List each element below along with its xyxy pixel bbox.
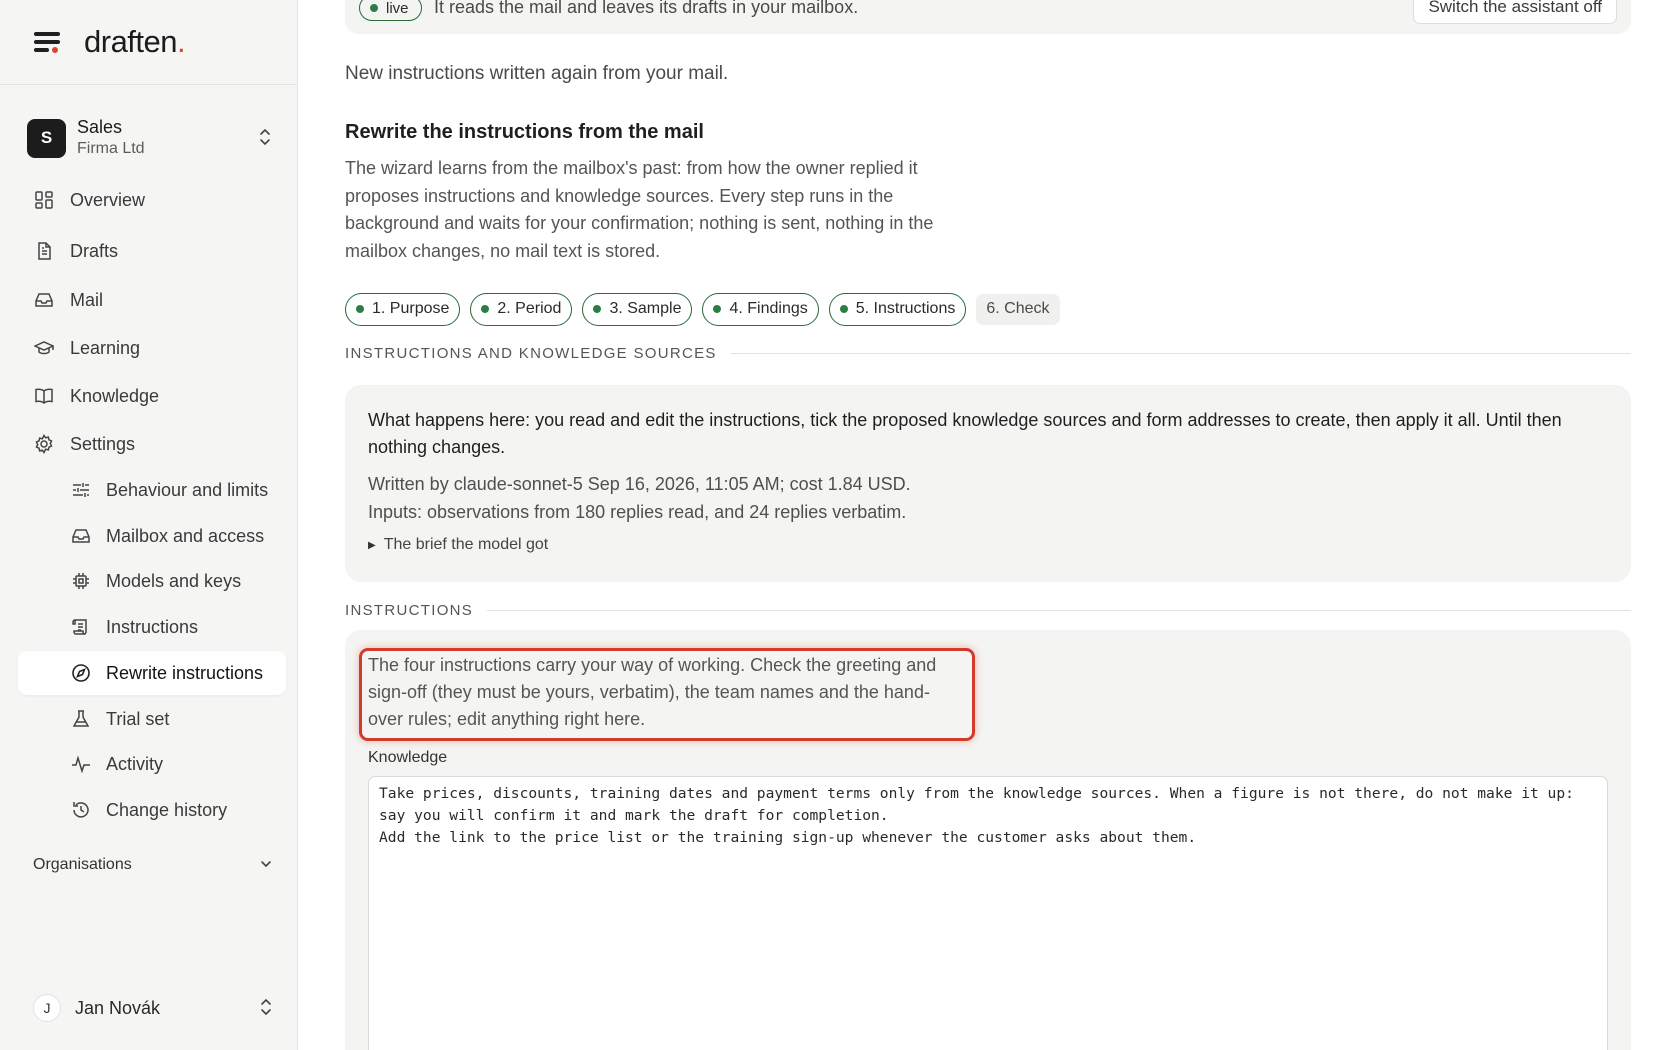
done-dot-icon bbox=[481, 305, 490, 313]
nav-label: Learning bbox=[70, 337, 141, 358]
step-sample[interactable]: 3. Sample bbox=[582, 292, 693, 326]
step-findings[interactable]: 4. Findings bbox=[702, 292, 819, 326]
done-dot-icon bbox=[356, 305, 364, 313]
instructions-note: The four instructions carry your way of … bbox=[368, 655, 937, 729]
workspace-org: Firma Ltd bbox=[77, 140, 145, 157]
step-instructions[interactable]: 5. Instructions bbox=[828, 292, 967, 326]
nav-label: Behaviour and limits bbox=[106, 479, 269, 500]
chevron-up-down-icon bbox=[261, 999, 271, 1015]
book-icon bbox=[33, 385, 55, 407]
nav-label: Mail bbox=[70, 289, 104, 310]
chevron-down-icon bbox=[261, 861, 271, 867]
chip-icon bbox=[70, 570, 92, 592]
nav-label: Knowledge bbox=[70, 385, 160, 406]
compass-icon bbox=[70, 662, 92, 684]
status-badge: live bbox=[359, 0, 422, 21]
nav-item-mail[interactable]: Mail bbox=[18, 278, 286, 322]
nav-item-instructions[interactable]: Instructions bbox=[18, 605, 286, 649]
brief-disclosure[interactable]: ▶ The brief the model got bbox=[368, 536, 548, 554]
avatar: J bbox=[33, 994, 61, 1022]
nav-label: Instructions bbox=[106, 616, 199, 637]
wizard-steps: 1. Purpose 2. Period 3. Sample 4. Findin… bbox=[345, 292, 1070, 326]
sidebar: draften. S Sales Firma Ltd Overview Draf… bbox=[0, 0, 298, 1050]
workspace-avatar: S bbox=[27, 118, 66, 158]
status-text: It reads the mail and leaves its drafts … bbox=[434, 0, 859, 17]
summary-card: What happens here: you read and edit the… bbox=[345, 385, 1631, 582]
nav-item-learning[interactable]: Learning bbox=[18, 326, 286, 370]
nav-item-behaviour-and-limits[interactable]: Behaviour and limits bbox=[18, 468, 286, 512]
switch-assistant-off-button[interactable]: Switch the assistant off bbox=[1413, 0, 1617, 24]
knowledge-label: Knowledge bbox=[368, 749, 448, 766]
nav-item-trial-set[interactable]: Trial set bbox=[18, 697, 286, 741]
nav-label: Models and keys bbox=[106, 570, 242, 591]
done-dot-icon bbox=[713, 305, 722, 313]
section-heading-instructions: INSTRUCTIONS bbox=[345, 602, 1631, 619]
nav-item-settings[interactable]: Settings bbox=[18, 422, 286, 466]
instructions-card: The four instructions carry your way of … bbox=[345, 630, 1631, 1050]
what-happens-text: What happens here: you read and edit the… bbox=[368, 410, 1562, 457]
scroll-icon bbox=[70, 616, 92, 638]
nav-item-activity[interactable]: Activity bbox=[18, 742, 286, 786]
step-check[interactable]: 6. Check bbox=[976, 293, 1060, 325]
nav-label: Drafts bbox=[70, 240, 119, 261]
flask-icon bbox=[70, 708, 92, 730]
chevron-up-down-icon bbox=[260, 129, 270, 145]
nav-label: Change history bbox=[106, 799, 228, 820]
history-icon bbox=[70, 799, 92, 821]
nav-item-models-and-keys[interactable]: Models and keys bbox=[18, 559, 286, 603]
triangle-right-icon: ▶ bbox=[368, 539, 376, 551]
inbox-icon bbox=[33, 289, 55, 311]
nav-label: Rewrite instructions bbox=[106, 662, 264, 683]
inputs-text: Inputs: observations from 180 replies re… bbox=[368, 502, 907, 522]
user-menu[interactable]: J Jan Novák bbox=[33, 993, 273, 1023]
section-heading-sources: INSTRUCTIONS AND KNOWLEDGE SOURCES bbox=[345, 345, 1631, 362]
sliders-icon bbox=[70, 479, 92, 501]
brand-bar: draften. bbox=[0, 0, 297, 85]
main-content: live It reads the mail and leaves its dr… bbox=[298, 0, 1680, 1050]
logo: draften. bbox=[84, 24, 186, 59]
inbox-icon bbox=[70, 525, 92, 547]
page-description: The wizard learns from the mailbox's pas… bbox=[345, 158, 934, 261]
nav-item-mailbox-and-access[interactable]: Mailbox and access bbox=[18, 514, 286, 558]
step-period[interactable]: 2. Period bbox=[470, 292, 573, 326]
step-purpose[interactable]: 1. Purpose bbox=[345, 292, 461, 326]
nav-label: Trial set bbox=[106, 708, 170, 729]
written-by-text: Written by claude-sonnet-5 Sep 16, 2026,… bbox=[368, 474, 911, 494]
gear-icon bbox=[33, 433, 55, 455]
activity-icon bbox=[70, 753, 92, 775]
organisations-toggle[interactable]: Organisations bbox=[33, 853, 273, 877]
workspace-switcher[interactable]: S Sales Firma Ltd bbox=[27, 114, 273, 162]
page-subtitle: New instructions written again from your… bbox=[345, 63, 729, 84]
user-name: Jan Novák bbox=[75, 997, 161, 1018]
done-dot-icon bbox=[839, 305, 848, 313]
nav-item-drafts[interactable]: Drafts bbox=[18, 229, 286, 273]
menu-icon[interactable] bbox=[34, 31, 60, 53]
graduation-cap-icon bbox=[33, 337, 55, 359]
nav-item-overview[interactable]: Overview bbox=[18, 178, 286, 222]
nav-label: Overview bbox=[70, 189, 146, 210]
nav-item-rewrite-instructions[interactable]: Rewrite instructions bbox=[18, 651, 286, 695]
workspace-name: Sales bbox=[77, 117, 123, 137]
nav-label: Settings bbox=[70, 433, 136, 454]
organisations-label: Organisations bbox=[33, 856, 132, 873]
nav-label: Activity bbox=[106, 753, 164, 774]
page-title: Rewrite the instructions from the mail bbox=[345, 121, 704, 143]
nav-item-knowledge[interactable]: Knowledge bbox=[18, 374, 286, 418]
nav-item-change-history[interactable]: Change history bbox=[18, 788, 286, 832]
done-dot-icon bbox=[593, 305, 602, 313]
nav-label: Mailbox and access bbox=[106, 525, 265, 546]
document-icon bbox=[33, 240, 55, 262]
knowledge-textarea[interactable] bbox=[368, 776, 1608, 1050]
assistant-status-bar: live It reads the mail and leaves its dr… bbox=[345, 0, 1631, 34]
grid-icon bbox=[33, 189, 55, 211]
